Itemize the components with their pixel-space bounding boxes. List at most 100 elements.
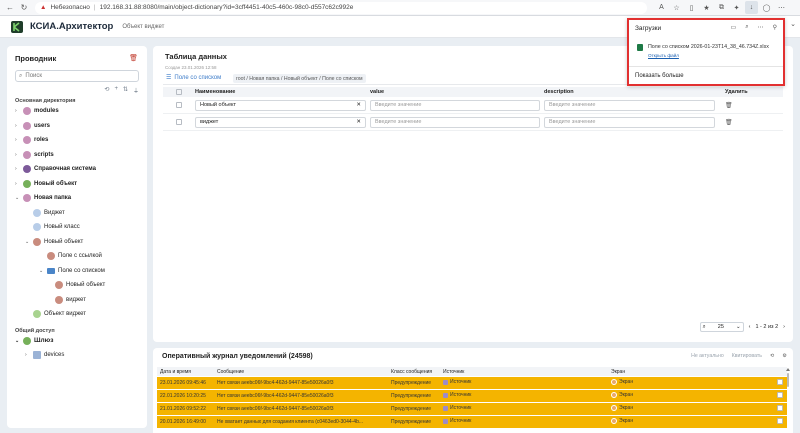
refresh-icon[interactable]: ↻ — [17, 1, 31, 15]
add-icon[interactable]: + — [114, 86, 118, 95]
filter-icon[interactable]: ⏚ — [133, 86, 139, 95]
row-checkbox[interactable] — [176, 119, 182, 125]
extensions-icon[interactable]: ✦ — [730, 1, 743, 14]
chevron-right-icon[interactable]: › — [15, 181, 23, 187]
chevron-right-icon[interactable]: › — [15, 108, 23, 114]
chevron-down-icon[interactable]: ⌄ — [790, 20, 796, 28]
row-screen[interactable]: Экран — [619, 379, 633, 385]
tree-item-new-object-child[interactable]: ⌄ Новый объект — [15, 235, 139, 250]
tree-item-devices[interactable]: › devices — [15, 348, 139, 363]
column-header[interactable]: Наименование — [195, 89, 370, 95]
row-screen[interactable]: Экран — [619, 405, 633, 411]
not-relevant-button[interactable]: Не актуально — [691, 353, 724, 359]
journal-row[interactable]: 21.01.2026 09:52:22 Нет связи aeebc06f-9… — [157, 403, 787, 415]
column-header[interactable]: Источник — [443, 369, 611, 375]
tree-item-scripts[interactable]: › scripts — [15, 148, 139, 163]
clear-icon[interactable]: ✕ — [356, 119, 361, 125]
row-checkbox[interactable] — [777, 405, 783, 411]
name-field[interactable]: Новый объект ✕ — [195, 99, 366, 111]
chevron-right-icon[interactable]: › — [15, 152, 23, 158]
value-field[interactable]: Введите значение — [370, 99, 540, 111]
next-page-icon[interactable]: › — [783, 324, 785, 330]
value-field[interactable]: Введите значение — [370, 116, 540, 128]
row-checkbox[interactable] — [777, 392, 783, 398]
chevron-right-icon[interactable]: › — [15, 137, 23, 143]
tree-item-help-system[interactable]: › Справочная система — [15, 162, 139, 177]
show-more-button[interactable]: Показать больше — [635, 73, 684, 79]
name-field[interactable]: виджет ✕ — [195, 116, 366, 128]
tree-item-new-folder[interactable]: ⌄ Новая папка — [15, 191, 139, 206]
column-header[interactable]: value — [370, 89, 544, 95]
tree-item-modules[interactable]: › modules — [15, 104, 139, 119]
tree-item-gateway[interactable]: ⌄ Шлюз — [15, 334, 139, 348]
pin-icon[interactable]: ⚲ — [773, 24, 777, 31]
open-file-link[interactable]: Открыть файл — [648, 53, 769, 58]
star-icon[interactable]: ☆ — [670, 1, 683, 14]
favorites-icon[interactable]: ★ — [700, 1, 713, 14]
tree-item-new-object[interactable]: › Новый объект — [15, 177, 139, 192]
row-source[interactable]: Источник — [450, 392, 471, 398]
sync-icon[interactable]: ⟲ — [104, 86, 109, 95]
tree-item-roles[interactable]: › roles — [15, 133, 139, 148]
journal-row[interactable]: 22.01.2026 10:20:25 Нет связи aeebc06f-9… — [157, 390, 787, 402]
collections-icon[interactable]: ⧉ — [715, 1, 728, 14]
trash-icon[interactable]: 🗑 — [129, 54, 138, 62]
column-header[interactable]: Экран — [611, 369, 777, 375]
description-field[interactable]: Введите значение — [544, 99, 715, 111]
tree-item-field-list[interactable]: ⌄ Поле со списком — [15, 264, 139, 279]
tab-field-list[interactable]: ☰ Поле со списком — [166, 74, 221, 82]
tree-item-field-link[interactable]: Поле с ссылкой — [15, 249, 139, 264]
page-size-select[interactable]: ⌕ 25 ⌄ — [699, 322, 744, 332]
tree-item-users[interactable]: › users — [15, 119, 139, 134]
search-input[interactable]: ⌕ Поиск — [15, 70, 139, 82]
sort-icon[interactable]: ⇅ — [123, 86, 128, 95]
acknowledge-button[interactable]: Квитировать — [732, 353, 762, 359]
read-aloud-icon[interactable]: A — [655, 1, 668, 14]
gear-icon[interactable]: ⚙ — [782, 353, 787, 359]
tree-item-new-class[interactable]: Новый класс — [15, 220, 139, 235]
chevron-down-icon[interactable]: ⌄ — [15, 338, 23, 344]
clear-icon[interactable]: ✕ — [356, 102, 361, 108]
chevron-right-icon[interactable]: › — [25, 352, 33, 358]
journal-row[interactable]: 20.01.2026 16:49:00 Не хватает данных дл… — [157, 416, 787, 428]
chevron-down-icon[interactable]: ⌄ — [25, 239, 33, 245]
prev-page-icon[interactable]: ‹ — [749, 324, 751, 330]
profile-icon[interactable]: ◯ — [760, 1, 773, 14]
tree-item-new-object-2[interactable]: Новый объект — [15, 278, 139, 293]
row-source[interactable]: Источник — [450, 418, 471, 424]
delete-icon[interactable]: 🗑 — [725, 120, 733, 126]
journal-row[interactable]: 23.01.2026 09:45:46 Нет связи aeebc06f-9… — [157, 377, 787, 389]
column-header[interactable]: Дата и время — [157, 369, 217, 375]
row-checkbox[interactable] — [176, 102, 182, 108]
folder-icon[interactable]: ▭ — [731, 24, 737, 31]
journal-scrollbar[interactable] — [786, 368, 790, 428]
select-all-checkbox[interactable] — [176, 89, 182, 95]
more-icon[interactable]: ⋯ — [775, 1, 788, 14]
back-icon[interactable]: ← — [3, 1, 17, 15]
column-header[interactable]: Класс сообщения — [391, 369, 443, 375]
tree-item-object-widget[interactable]: Объект виджет — [15, 307, 139, 322]
chevron-right-icon[interactable]: › — [15, 123, 23, 129]
chevron-right-icon[interactable]: › — [15, 166, 23, 172]
row-screen[interactable]: Экран — [619, 418, 633, 424]
chevron-down-icon[interactable]: ⌄ — [39, 268, 47, 274]
more-icon[interactable]: ⋯ — [758, 24, 764, 31]
column-header[interactable]: description — [544, 89, 719, 95]
split-screen-icon[interactable]: ▯ — [685, 1, 698, 14]
tree-item-widget[interactable]: Виджет — [15, 206, 139, 221]
row-screen[interactable]: Экран — [619, 392, 633, 398]
row-checkbox[interactable] — [777, 418, 783, 424]
delete-icon[interactable]: 🗑 — [725, 103, 733, 109]
row-source[interactable]: Источник — [450, 405, 471, 411]
row-source[interactable]: Источник — [450, 379, 471, 385]
download-icon[interactable]: ↓ — [745, 1, 758, 14]
history-icon[interactable]: ⟲ — [770, 353, 774, 359]
row-checkbox[interactable] — [777, 379, 783, 385]
column-header[interactable]: Сообщение — [217, 369, 391, 375]
search-icon[interactable]: ⌕ — [745, 24, 748, 31]
tree-item-widget-2[interactable]: виджет — [15, 293, 139, 308]
download-item[interactable]: Поле со списком 2026-01-23T14_38_46.734Z… — [637, 44, 769, 58]
description-field[interactable]: Введите значение — [544, 116, 715, 128]
chevron-down-icon[interactable]: ⌄ — [15, 195, 23, 201]
address-bar[interactable]: ▲ Небезопасно | 192.168.31.88:8080/main/… — [35, 1, 647, 14]
